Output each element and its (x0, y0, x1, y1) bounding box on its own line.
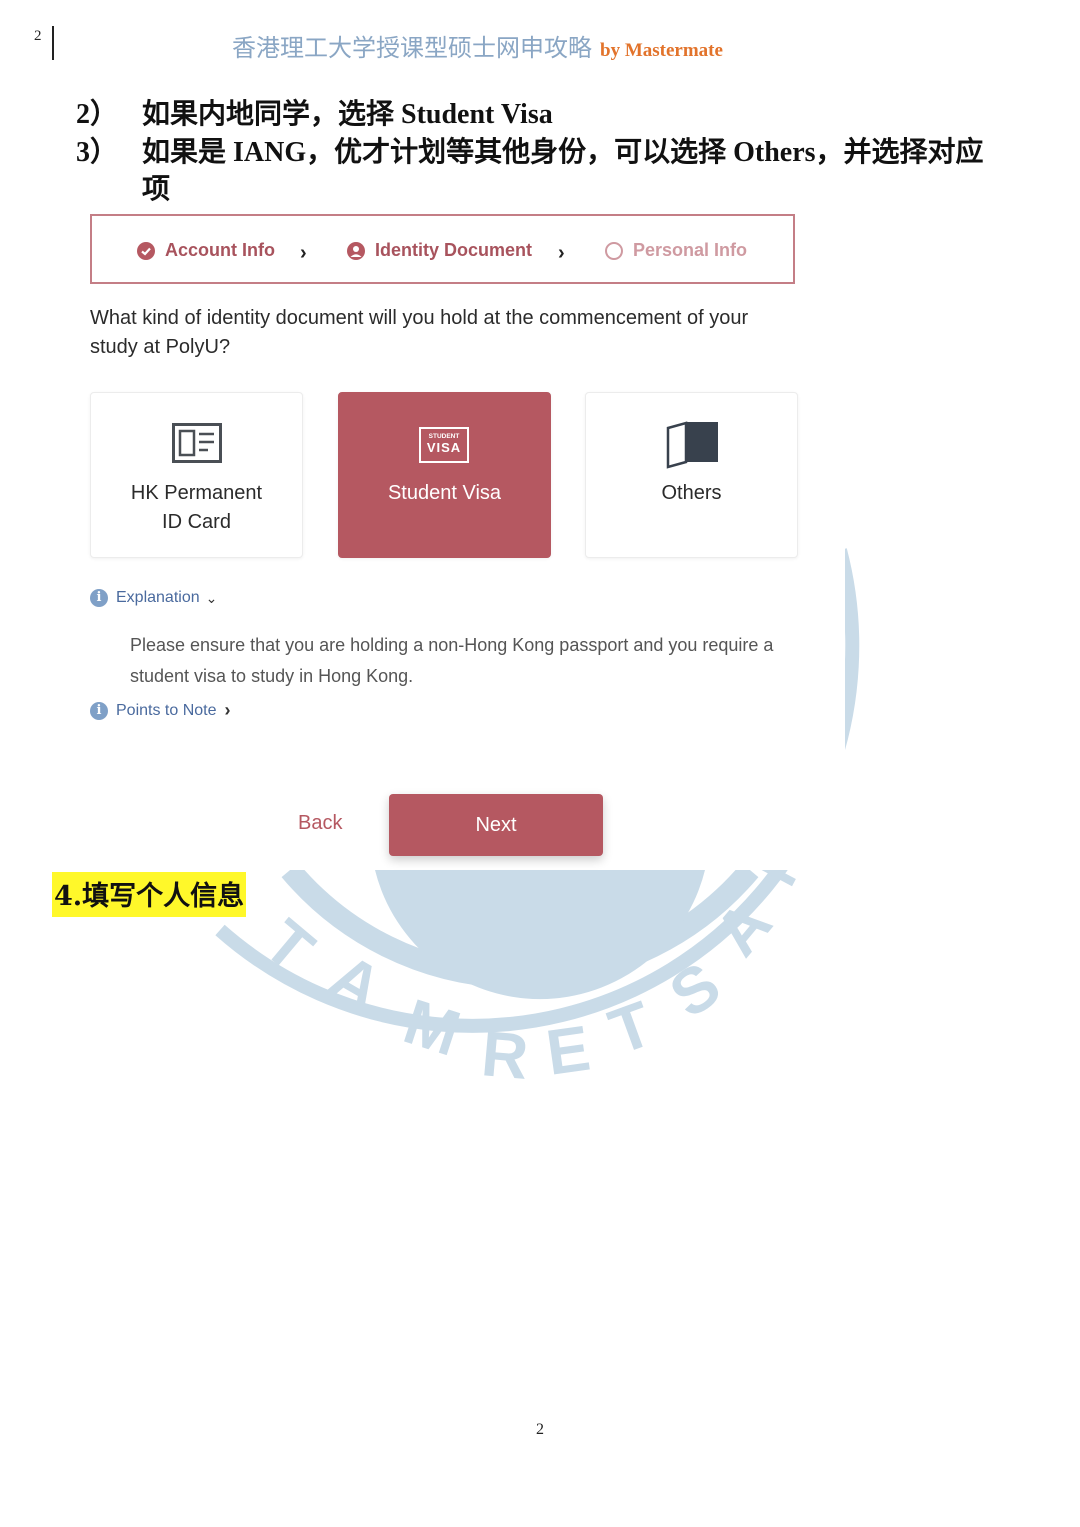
id-card-icon (172, 423, 222, 463)
instruction-line: 项 (76, 167, 1076, 205)
student-visa-icon: STUDENT VISA (419, 427, 469, 463)
svg-text:S: S (657, 948, 733, 1031)
instruction-number: 2） (76, 99, 119, 130)
next-button[interactable]: Next (389, 794, 603, 856)
explanation-text: Please ensure that you are holding a non… (130, 635, 774, 686)
back-button[interactable]: Back (298, 812, 342, 835)
instruction-text: 如果是 IANG，优才计划等其他身份，可以选择 Others，并选择对应 (142, 137, 984, 168)
section-heading: 4.填写个人信息 (52, 872, 247, 917)
header-brand: by Mastermate (600, 40, 723, 61)
svg-text:A: A (701, 887, 786, 969)
option-others[interactable]: Others (585, 392, 798, 558)
explanation-toggle[interactable]: i Explanation ⌄ (90, 589, 217, 607)
step-label: Account Info (165, 240, 275, 260)
identity-question: What kind of identity document will you … (90, 307, 749, 358)
visa-icon-bottom-text: VISA (426, 440, 462, 455)
chevron-right-icon: › (224, 700, 231, 720)
progress-stepper: Account Info › Identity Document › Perso… (90, 214, 795, 284)
svg-text:R: R (479, 1017, 531, 1093)
instruction-text: 如果内地同学，选择 Student Visa (142, 99, 553, 130)
info-icon: i (90, 589, 108, 607)
header-title-text: 香港理工大学授课型硕士网申攻略 (232, 34, 592, 62)
step-identity-document[interactable]: Identity Document (347, 240, 532, 261)
instruction-number: 3） (76, 137, 119, 168)
instruction-line: 3） 如果是 IANG，优才计划等其他身份，可以选择 Others，并选择对应 (76, 130, 1076, 168)
footer-page-number: 2 (536, 1421, 544, 1438)
instruction-line: 2） 如果内地同学，选择 Student Visa (76, 92, 1076, 130)
empty-circle-icon (605, 241, 623, 260)
option-label: HK Permanent (130, 482, 263, 504)
explanation-label: Explanation (116, 589, 200, 606)
chevron-right-icon: › (558, 242, 565, 264)
option-hk-permanent-id[interactable]: HK Permanent ID Card (90, 392, 303, 558)
instruction-text: 项 (142, 174, 171, 205)
chevron-right-icon: › (300, 242, 307, 264)
svg-text:M: M (739, 816, 828, 897)
open-door-icon (666, 421, 718, 469)
step-personal-info[interactable]: Personal Info (605, 240, 747, 261)
chevron-down-icon: ⌄ (205, 589, 218, 606)
points-to-note-toggle[interactable]: i Points to Note › (90, 700, 231, 721)
svg-text:M: M (396, 985, 469, 1070)
svg-text:A: A (318, 940, 394, 1025)
svg-text:E: E (542, 1012, 594, 1089)
option-label: ID Card (162, 511, 231, 533)
option-label: Student Visa (387, 482, 502, 504)
step-label: Identity Document (375, 240, 533, 260)
option-student-visa[interactable]: STUDENT VISA Student Visa (338, 392, 551, 558)
check-circle-icon (137, 241, 155, 260)
svg-text:T: T (251, 906, 327, 986)
step-label: Personal Info (633, 240, 748, 260)
header-divider (52, 26, 54, 60)
header-title: 香港理工大学授课型硕士网申攻略 by Mastermate (232, 28, 723, 63)
info-icon: i (90, 701, 108, 720)
step-account-info[interactable]: Account Info (137, 240, 275, 261)
option-label: Others (661, 482, 722, 504)
svg-text:T: T (600, 987, 661, 1068)
header-page-number: 2 (34, 28, 42, 44)
user-circle-icon (347, 241, 365, 260)
points-to-note-label: Points to Note (116, 701, 217, 719)
